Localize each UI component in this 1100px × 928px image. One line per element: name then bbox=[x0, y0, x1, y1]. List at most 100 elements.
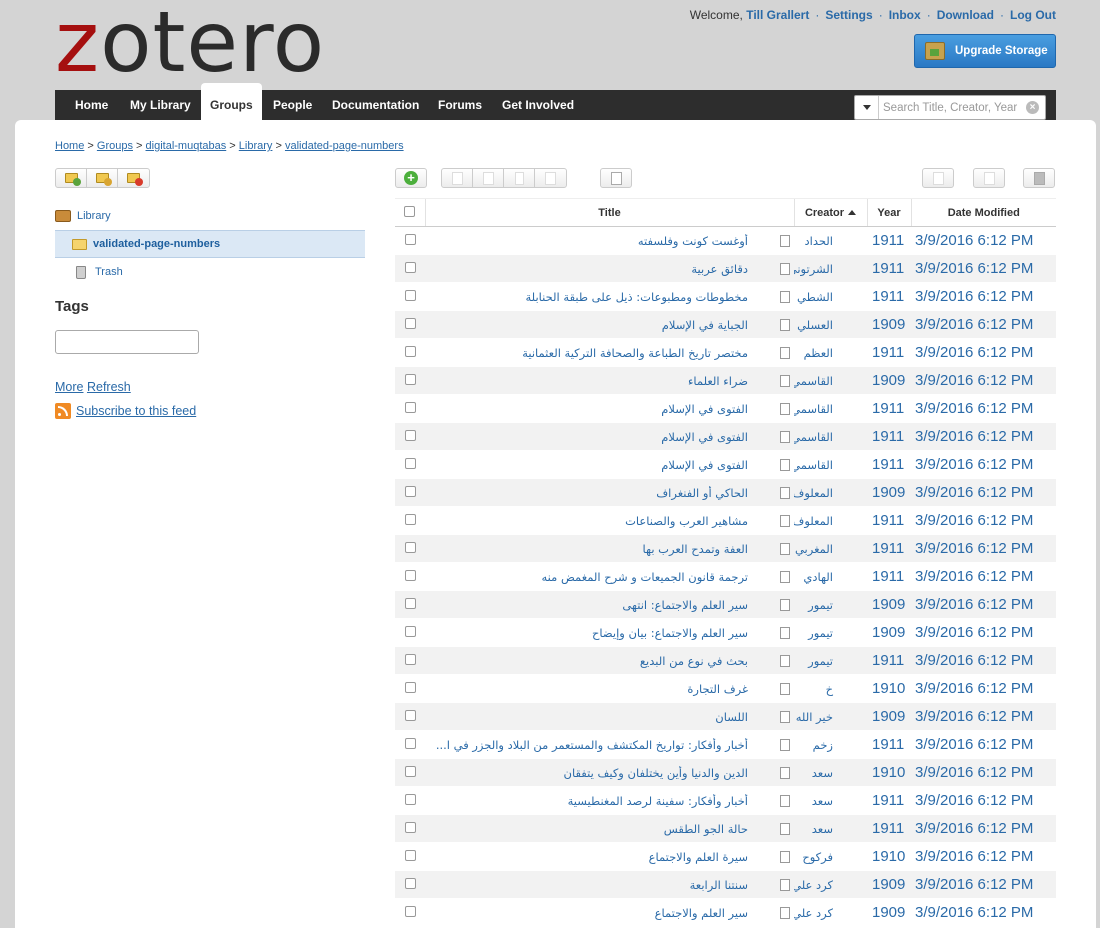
trash-item-button[interactable] bbox=[504, 169, 535, 187]
item-creator[interactable]: كرد علي bbox=[794, 870, 867, 899]
table-row[interactable]: سير العلم والاجتماع كرد علي 1909 3/9/2016 6… bbox=[395, 898, 1056, 927]
item-title-cell[interactable]: سير العلم والاجتماع: انتهى bbox=[425, 590, 794, 619]
row-checkbox[interactable] bbox=[404, 905, 416, 917]
table-row[interactable]: مشاهير العرب والصناعات المعلوف 1911 3/9/201… bbox=[395, 506, 1056, 535]
inbox-link[interactable]: Inbox bbox=[889, 8, 921, 22]
item-creator[interactable]: سعد bbox=[794, 786, 867, 815]
table-row[interactable]: سيرة العلم والاجتماع فركوح 1910 3/9/2016 6:… bbox=[395, 842, 1056, 871]
item-date-modified[interactable]: 3/9/2016 6:12 PM bbox=[911, 898, 1056, 927]
table-row[interactable]: مخطوطات ومطبوعات: ذيل على طبقة الحنابلة ا… bbox=[395, 282, 1056, 311]
nav-tab-forums[interactable]: Forums bbox=[438, 90, 482, 120]
row-checkbox[interactable] bbox=[404, 821, 416, 833]
item-date-modified[interactable]: 3/9/2016 6:12 PM bbox=[911, 422, 1056, 451]
item-title-cell[interactable]: العفة وتمدح العرب بها bbox=[425, 534, 794, 563]
row-checkbox[interactable] bbox=[404, 261, 416, 273]
zotero-logo[interactable]: zotero bbox=[55, 0, 325, 84]
table-row[interactable]: الجباية في الإسلام العسلي 1909 3/9/2016 6:1… bbox=[395, 310, 1056, 339]
cite-button[interactable] bbox=[600, 168, 632, 188]
new-item-button[interactable]: + bbox=[395, 168, 427, 188]
item-creator[interactable]: القاسمي bbox=[794, 450, 867, 479]
settings-link[interactable]: Settings bbox=[825, 8, 872, 22]
item-year[interactable]: 1909 bbox=[867, 478, 911, 507]
table-row[interactable]: الفتوى في الإسلام القاسمي 1911 3/9/2016 6:1… bbox=[395, 450, 1056, 479]
row-checkbox[interactable] bbox=[404, 681, 416, 693]
refresh-link[interactable]: Refresh bbox=[87, 380, 131, 394]
item-date-modified[interactable]: 3/9/2016 6:12 PM bbox=[911, 646, 1056, 675]
item-creator[interactable]: القاسمي bbox=[794, 394, 867, 423]
breadcrumb-library[interactable]: Library bbox=[239, 140, 273, 152]
subscribe-link[interactable]: Subscribe to this feed bbox=[76, 404, 196, 418]
row-checkbox[interactable] bbox=[404, 345, 416, 357]
row-checkbox[interactable] bbox=[404, 877, 416, 889]
item-creator[interactable]: تيمور bbox=[794, 618, 867, 647]
item-title-cell[interactable]: سنتنا الرابعة bbox=[425, 870, 794, 899]
row-checkbox[interactable] bbox=[404, 401, 416, 413]
item-year[interactable]: 1909 bbox=[867, 618, 911, 647]
table-row[interactable]: أخبار وأفكار: سفينة لرصد المغنطيسية سعد 19… bbox=[395, 786, 1056, 815]
add-to-collection-button[interactable] bbox=[442, 169, 473, 187]
row-checkbox[interactable] bbox=[404, 793, 416, 805]
row-checkbox[interactable] bbox=[404, 457, 416, 469]
row-checkbox[interactable] bbox=[404, 709, 416, 721]
search-mode-dropdown[interactable] bbox=[855, 96, 879, 119]
row-checkbox[interactable] bbox=[404, 429, 416, 441]
item-year[interactable]: 1911 bbox=[867, 422, 911, 451]
user-link[interactable]: Till Grallert bbox=[746, 8, 809, 22]
item-creator[interactable]: فركوح bbox=[794, 842, 867, 871]
item-date-modified[interactable]: 3/9/2016 6:12 PM bbox=[911, 786, 1056, 815]
item-title-cell[interactable]: الحاكي أو الفنغراف bbox=[425, 478, 794, 507]
item-title-cell[interactable]: غرف التجارة bbox=[425, 674, 794, 703]
logout-link[interactable]: Log Out bbox=[1010, 8, 1056, 22]
item-title-cell[interactable]: حالة الجو الطقس bbox=[425, 814, 794, 843]
item-date-modified[interactable]: 3/9/2016 6:12 PM bbox=[911, 702, 1056, 731]
item-date-modified[interactable]: 3/9/2016 6:12 PM bbox=[911, 282, 1056, 311]
breadcrumb-group[interactable]: digital-muqtabas bbox=[146, 140, 227, 152]
item-title-cell[interactable]: أوغست كونت وفلسفته bbox=[425, 226, 794, 255]
select-all-checkbox[interactable] bbox=[404, 205, 416, 217]
item-creator[interactable]: الحداد bbox=[794, 226, 867, 255]
item-year[interactable]: 1911 bbox=[867, 562, 911, 591]
item-title-cell[interactable]: سير العلم والاجتماع: بيان وإيضاح bbox=[425, 618, 794, 647]
row-checkbox[interactable] bbox=[404, 233, 416, 245]
item-title-cell[interactable]: مشاهير العرب والصناعات bbox=[425, 506, 794, 535]
row-checkbox[interactable] bbox=[404, 849, 416, 861]
item-creator[interactable]: زخم bbox=[794, 730, 867, 759]
item-date-modified[interactable]: 3/9/2016 6:12 PM bbox=[911, 254, 1056, 283]
item-date-modified[interactable]: 3/9/2016 6:12 PM bbox=[911, 450, 1056, 479]
item-title-cell[interactable]: الدين والدنيا وأين يختلفان وكيف يتفقان bbox=[425, 758, 794, 787]
nav-tab-documentation[interactable]: Documentation bbox=[332, 90, 419, 120]
item-date-modified[interactable]: 3/9/2016 6:12 PM bbox=[911, 338, 1056, 367]
item-year[interactable]: 1910 bbox=[867, 842, 911, 871]
item-year[interactable]: 1911 bbox=[867, 282, 911, 311]
item-creator[interactable]: الشرتوني bbox=[794, 254, 867, 283]
item-year[interactable]: 1909 bbox=[867, 870, 911, 899]
nav-tab-groups[interactable]: Groups bbox=[201, 83, 262, 120]
row-checkbox[interactable] bbox=[404, 485, 416, 497]
table-row[interactable]: مختصر تاريخ الطباعة والصحافة التركية الع… bbox=[395, 338, 1056, 367]
item-year[interactable]: 1909 bbox=[867, 702, 911, 731]
item-date-modified[interactable]: 3/9/2016 6:12 PM bbox=[911, 814, 1056, 843]
item-date-modified[interactable]: 3/9/2016 6:12 PM bbox=[911, 842, 1056, 871]
date-modified-column-header[interactable]: Date Modified bbox=[910, 198, 1056, 227]
table-row[interactable]: ضراء العلماء القاسمي 1909 3/9/2016 6:12 PM bbox=[395, 366, 1056, 395]
item-year[interactable]: 1909 bbox=[867, 310, 911, 339]
item-title-cell[interactable]: سير العلم والاجتماع bbox=[425, 898, 794, 927]
table-row[interactable]: بحث في نوع من البديع تيمور 1911 3/9/2016 6:… bbox=[395, 646, 1056, 675]
row-checkbox[interactable] bbox=[404, 597, 416, 609]
item-date-modified[interactable]: 3/9/2016 6:12 PM bbox=[911, 590, 1056, 619]
row-checkbox[interactable] bbox=[404, 373, 416, 385]
item-title-cell[interactable]: الجباية في الإسلام bbox=[425, 310, 794, 339]
item-date-modified[interactable]: 3/9/2016 6:12 PM bbox=[911, 478, 1056, 507]
item-year[interactable]: 1909 bbox=[867, 590, 911, 619]
item-date-modified[interactable]: 3/9/2016 6:12 PM bbox=[911, 730, 1056, 759]
item-year[interactable]: 1911 bbox=[867, 534, 911, 563]
row-checkbox[interactable] bbox=[404, 653, 416, 665]
export-button[interactable] bbox=[922, 168, 954, 188]
table-row[interactable]: غرف التجارة خ 1910 3/9/2016 6:12 PM bbox=[395, 674, 1056, 703]
item-title-cell[interactable]: اللسان bbox=[425, 702, 794, 731]
item-date-modified[interactable]: 3/9/2016 6:12 PM bbox=[911, 758, 1056, 787]
delete-collection-button[interactable] bbox=[118, 169, 149, 187]
item-creator[interactable]: المعلوف bbox=[794, 506, 867, 535]
item-year[interactable]: 1911 bbox=[867, 450, 911, 479]
item-year[interactable]: 1910 bbox=[867, 674, 911, 703]
